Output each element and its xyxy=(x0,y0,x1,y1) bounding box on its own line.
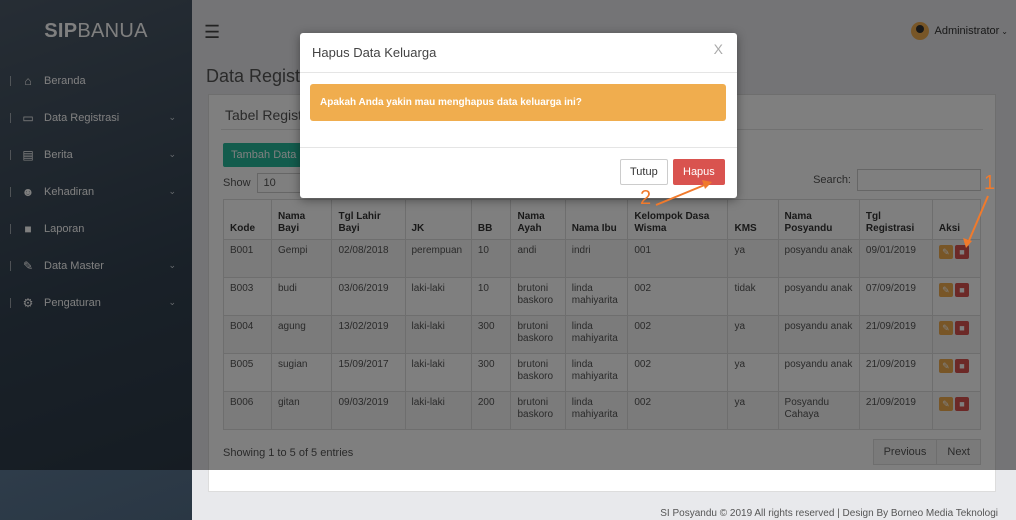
confirm-delete-button[interactable]: Hapus xyxy=(673,159,725,185)
warning-alert: Apakah Anda yakin mau menghapus data kel… xyxy=(310,84,726,121)
divider xyxy=(300,147,737,148)
delete-confirm-modal: Hapus Data Keluarga X Apakah Anda yakin … xyxy=(300,33,737,198)
close-icon[interactable]: X xyxy=(714,41,723,57)
footer: SI Posyandu © 2019 All rights reserved |… xyxy=(660,508,998,519)
annotation-label-1: 1 xyxy=(984,172,996,194)
annotation-label-2: 2 xyxy=(640,187,652,209)
modal-title: Hapus Data Keluarga xyxy=(312,45,437,60)
divider xyxy=(300,72,737,73)
cancel-button[interactable]: Tutup xyxy=(620,159,668,185)
